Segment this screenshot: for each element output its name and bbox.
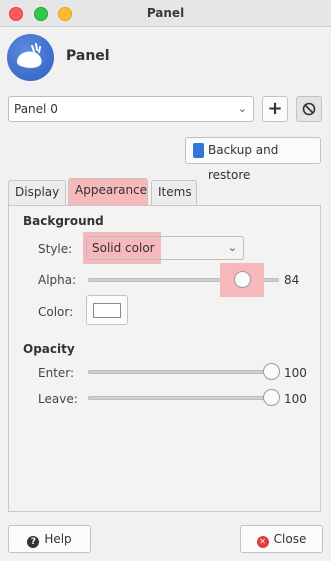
xfce-logo-icon [7,34,54,81]
help-icon: ? [27,536,40,548]
leave-slider-knob[interactable] [263,389,280,406]
title-bar: Panel [0,0,331,27]
page-title: Panel [66,48,110,64]
tab-appearance[interactable]: Appearance [68,178,148,205]
panel-select-value: Panel 0 [14,102,58,116]
close-button[interactable]: ✕ Close [240,525,323,553]
enter-label: Enter: [38,366,75,380]
block-icon [302,102,316,116]
remove-panel-button[interactable] [296,96,322,122]
enter-value: 100 [284,366,307,380]
alpha-slider-knob[interactable] [234,271,251,288]
enter-slider-track[interactable] [88,370,274,374]
leave-label: Leave: [38,392,78,406]
opacity-section-title: Opacity [23,342,75,356]
background-section-title: Background [23,214,104,228]
panel-select[interactable]: Panel 0 ⌄ [8,96,254,122]
chevron-down-icon: ⌄ [227,241,237,254]
color-label: Color: [38,305,74,319]
tab-display[interactable]: Display [8,180,66,205]
plus-icon: + [267,98,283,119]
backup-label: Backup and restore [208,143,279,182]
close-icon: ✕ [256,536,269,548]
leave-slider-track[interactable] [88,396,274,400]
backup-icon [193,143,204,158]
color-picker-button[interactable] [86,295,128,325]
help-button[interactable]: ? Help [8,525,91,553]
alpha-label: Alpha: [38,273,77,287]
close-label: Close [273,532,307,546]
style-label: Style: [38,242,73,256]
enter-slider-knob[interactable] [263,363,280,380]
tab-items[interactable]: Items [151,180,197,205]
chevron-down-icon: ⌄ [237,102,247,115]
window-title: Panel [146,6,185,20]
leave-value: 100 [284,392,307,406]
color-swatch [93,303,121,318]
backup-and-restore-button[interactable]: Backup and restore [185,137,321,182]
style-select-value: Solid color [92,241,155,255]
add-panel-button[interactable]: + [262,96,288,122]
alpha-value: 84 [284,273,300,287]
style-select[interactable]: Solid color ⌄ [86,236,244,260]
help-label: Help [44,532,72,546]
